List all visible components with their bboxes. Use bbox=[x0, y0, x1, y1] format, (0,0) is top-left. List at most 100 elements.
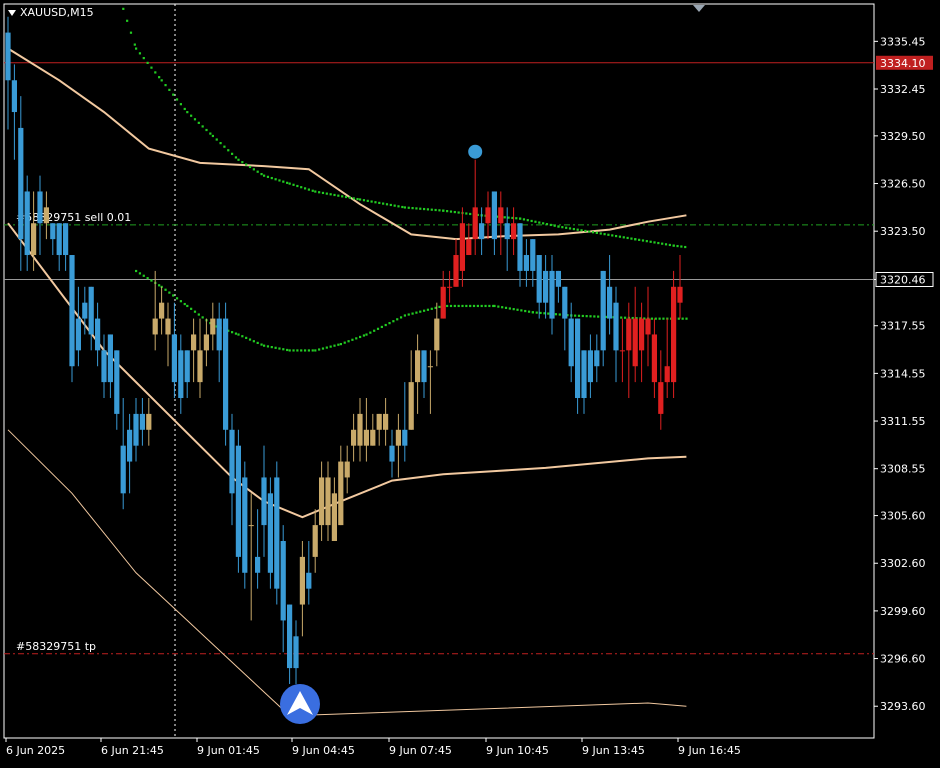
dropdown-icon[interactable] bbox=[8, 9, 16, 16]
psar-dot bbox=[519, 217, 522, 220]
x-tick-label: 6 Jun 2025 bbox=[6, 744, 65, 757]
psar-dot bbox=[672, 244, 675, 247]
psar-dot bbox=[266, 175, 270, 178]
psar-dot bbox=[183, 302, 186, 306]
psar-dot bbox=[231, 152, 234, 155]
psar-dot bbox=[337, 343, 340, 346]
candle-body bbox=[447, 286, 453, 288]
psar-dot bbox=[545, 223, 549, 226]
psar-dot bbox=[461, 304, 464, 308]
candle-body bbox=[363, 429, 369, 446]
candle-body bbox=[543, 270, 549, 303]
candle-body bbox=[178, 350, 184, 399]
candle-body bbox=[69, 255, 75, 367]
price-chart[interactable]: #58329751 sell 0.01#58329751 tp3335.4533… bbox=[0, 0, 940, 764]
candle-body bbox=[191, 334, 197, 351]
psar-dot bbox=[653, 241, 656, 244]
psar-dot bbox=[311, 189, 314, 192]
y-tick-label: 3323.50 bbox=[880, 225, 926, 238]
candle-body bbox=[146, 413, 152, 430]
psar-dot bbox=[469, 304, 472, 308]
psar-dot bbox=[472, 304, 476, 308]
psar-dot bbox=[664, 243, 668, 246]
psar-dot bbox=[193, 118, 197, 121]
candle-body bbox=[344, 461, 350, 478]
candle-body bbox=[351, 429, 357, 446]
psar-dot bbox=[515, 217, 518, 220]
y-tick-label: 3329.50 bbox=[880, 130, 926, 143]
psar-dot bbox=[292, 349, 295, 352]
psar-dot bbox=[355, 337, 358, 340]
psar-dot bbox=[133, 43, 136, 46]
candle-body bbox=[434, 318, 440, 351]
x-tick-label: 9 Jun 01:45 bbox=[197, 744, 260, 757]
psar-dot bbox=[376, 327, 380, 330]
psar-dot bbox=[572, 227, 575, 231]
candle-body bbox=[523, 255, 529, 271]
psar-dot bbox=[307, 188, 310, 191]
candle-body bbox=[677, 286, 683, 303]
candle-body bbox=[498, 207, 504, 224]
candle-body bbox=[267, 493, 273, 573]
psar-dot bbox=[352, 197, 355, 200]
psar-dot bbox=[369, 331, 372, 334]
psar-dot bbox=[654, 317, 657, 320]
psar-dot bbox=[164, 288, 167, 291]
psar-dot bbox=[611, 234, 614, 237]
psar-dot bbox=[263, 344, 266, 347]
psar-dot bbox=[504, 306, 508, 309]
psar-dot bbox=[538, 221, 541, 224]
chart-window[interactable]: #58329751 sell 0.01 #58329751 tp 3335.45 33… bbox=[0, 0, 940, 764]
psar-dot bbox=[508, 307, 511, 310]
psar-dot bbox=[680, 245, 683, 248]
psar-dot bbox=[658, 317, 661, 320]
psar-dot bbox=[530, 219, 533, 223]
psar-dot bbox=[393, 204, 396, 207]
psar-dot bbox=[465, 212, 468, 215]
candle-body bbox=[319, 477, 325, 526]
psar-dot bbox=[135, 269, 138, 273]
psar-dot bbox=[615, 234, 618, 238]
candle-body bbox=[338, 461, 344, 526]
psar-dot bbox=[593, 315, 596, 318]
psar-dot bbox=[186, 304, 189, 308]
psar-dot bbox=[618, 235, 622, 238]
psar-dot bbox=[256, 170, 259, 173]
candles bbox=[5, 16, 683, 684]
psar-dot bbox=[549, 223, 552, 227]
psar-dot bbox=[503, 216, 506, 219]
psar-dot bbox=[603, 233, 606, 236]
psar-dot bbox=[168, 291, 171, 294]
psar-dot bbox=[568, 227, 572, 230]
psar-dot bbox=[623, 316, 627, 319]
plot-frame bbox=[3, 3, 875, 739]
psar-dot bbox=[430, 307, 433, 310]
psar-dot bbox=[493, 304, 496, 308]
psar-dot bbox=[237, 158, 240, 161]
psar-dot bbox=[649, 240, 652, 243]
psar-dot bbox=[449, 304, 453, 308]
psar-dot bbox=[542, 222, 545, 225]
psar-dot bbox=[576, 228, 579, 231]
psar-dot bbox=[577, 314, 581, 317]
psar-dot bbox=[423, 207, 426, 211]
psar-dot bbox=[135, 47, 138, 50]
candle-body bbox=[395, 429, 401, 446]
psar-dot bbox=[234, 332, 238, 335]
psar-dot bbox=[661, 242, 664, 245]
y-tick-label: 3314.55 bbox=[880, 367, 926, 380]
y-tick-label: 3326.50 bbox=[880, 178, 926, 191]
candle-body bbox=[235, 445, 241, 557]
psar-dot bbox=[321, 191, 325, 195]
psar-dot bbox=[241, 335, 244, 338]
psar-dot bbox=[263, 174, 266, 177]
candle-body bbox=[645, 318, 651, 335]
psar-dot bbox=[365, 333, 368, 336]
psar-dot bbox=[397, 205, 400, 208]
psar-dot bbox=[476, 304, 479, 308]
psar-dot bbox=[501, 306, 504, 309]
candle-body bbox=[43, 207, 49, 224]
psar-dot bbox=[591, 231, 595, 234]
psar-dot bbox=[146, 277, 149, 280]
y-tick-label: 3332.45 bbox=[880, 83, 926, 96]
